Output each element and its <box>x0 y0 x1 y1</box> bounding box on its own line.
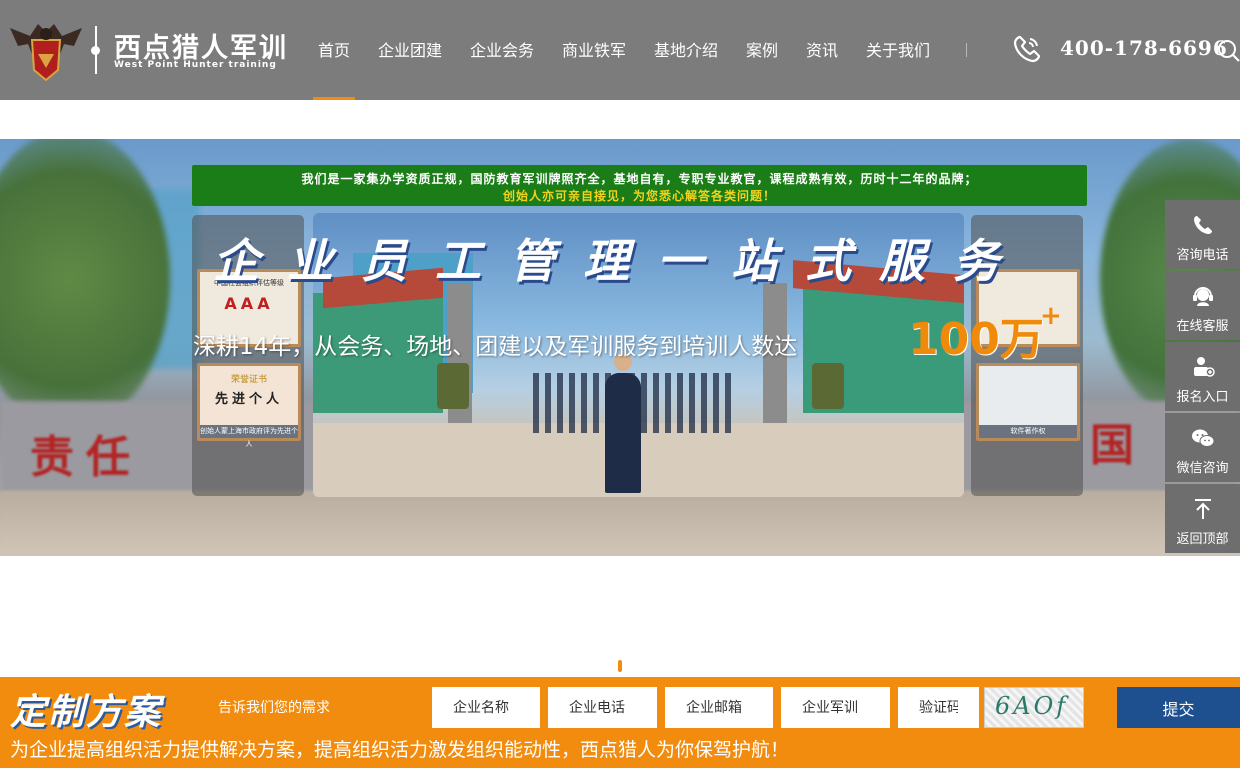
eagle-emblem-logo[interactable] <box>8 14 84 82</box>
riot-shield <box>812 363 844 409</box>
nav-base-intro[interactable]: 基地介绍 <box>654 37 718 61</box>
banner-highlight-plus: + <box>1040 301 1062 331</box>
sidebar-item-online-service[interactable]: 在线客服 <box>1165 271 1240 340</box>
bg-road <box>0 491 1240 556</box>
cert-aaa-rating: AAA <box>224 294 274 313</box>
hotline-number[interactable]: 400-178-6696 <box>1060 36 1228 60</box>
company-email-input[interactable] <box>665 687 773 728</box>
nav-about-us[interactable]: 关于我们 <box>866 37 930 61</box>
cert-software: 软件著作权 <box>976 363 1080 441</box>
nav-team-building[interactable]: 企业团建 <box>378 37 442 61</box>
hero-banner[interactable]: 责任 国 我们是一家集办学资质正规，国防教育军训牌照齐全，基地自有，专职专业教官… <box>0 139 1240 556</box>
back-to-top-icon <box>1195 499 1211 519</box>
cert-honor-caption: 创始人蒙上海市政府评为先进个人 <box>200 425 298 448</box>
nav-news[interactable]: 资讯 <box>806 37 838 61</box>
captcha-image[interactable]: 6AOf <box>984 687 1084 728</box>
search-icon[interactable] <box>1217 39 1240 62</box>
sidebar-item-consult-phone[interactable]: 咨询电话 <box>1165 200 1240 269</box>
sidebar-item-back-to-top[interactable]: 返回顶部 <box>1165 484 1240 553</box>
sidebar-item-signup[interactable]: 报名入口 <box>1165 342 1240 411</box>
signup-icon <box>1194 357 1215 377</box>
submit-button[interactable]: 提交 <box>1117 687 1240 728</box>
company-name-input[interactable] <box>432 687 540 728</box>
phone-icon <box>1194 216 1212 234</box>
form-title: 定制方案 <box>10 692 163 733</box>
company-phone-input[interactable] <box>548 687 657 728</box>
cert-software-caption: 软件著作权 <box>979 425 1077 438</box>
brand-name-en: West Point Hunter training <box>114 60 277 70</box>
headset-icon <box>1193 287 1213 306</box>
wall-slogan-right: 国 <box>1090 420 1146 471</box>
nav-business-army[interactable]: 商业铁军 <box>562 37 626 61</box>
notice-line-1: 我们是一家集办学资质正规，国防教育军训牌照齐全，基地自有，专职专业教官，课程成熟… <box>301 172 978 186</box>
sidebar-item-label: 咨询电话 <box>1176 248 1229 263</box>
captcha-text: 6AOf <box>995 692 1069 720</box>
cert-honor: 荣誉证书 先进个人 创始人蒙上海市政府评为先进个人 <box>197 363 301 448</box>
form-slogan: 为企业提高组织活力提供解决方案，提高组织活力激发组织能动性，西点猎人为你保驾护航… <box>10 739 790 761</box>
form-subtitle: 告诉我们您的需求 <box>218 700 330 716</box>
captcha-input[interactable] <box>898 687 979 728</box>
cert-honor-title: 荣誉证书 <box>230 375 267 385</box>
nav-cases[interactable]: 案例 <box>746 37 778 61</box>
banner-highlight-number: 100万 <box>908 314 1044 365</box>
cert-honor-text: 先进个人 <box>214 392 283 407</box>
notice-line-2: 创始人亦可亲自接见，为您悉心解答各类问题！ <box>502 189 776 203</box>
sidebar-item-label: 在线客服 <box>1176 319 1229 334</box>
saluting-officer <box>605 373 641 493</box>
carousel-indicator[interactable] <box>618 660 622 672</box>
nav-conference[interactable]: 企业会务 <box>470 37 534 61</box>
wall-slogan-left: 责任 <box>30 432 142 483</box>
nav-home[interactable]: 首页 <box>318 37 350 61</box>
phone-icon <box>1013 35 1041 63</box>
riot-shield <box>437 363 469 409</box>
company-training-input[interactable] <box>781 687 890 728</box>
sidebar-item-wechat[interactable]: 微信咨询 <box>1165 413 1240 482</box>
sidebar-item-label: 微信咨询 <box>1176 461 1229 476</box>
wechat-icon <box>1192 429 1215 447</box>
sidebar-item-label: 报名入口 <box>1176 390 1229 405</box>
site-header: 西点猎人军训 West Point Hunter training 首页 企业团… <box>0 0 1240 100</box>
custom-plan-form-bar: 定制方案 告诉我们您的需求 6AOf 提交 为企业提高组织活力提供解决方案，提高… <box>0 677 1240 768</box>
banner-subtitle: 深耕14年，从会务、场地、团建以及军训服务到培训人数达 <box>193 334 798 360</box>
notice-bar: 我们是一家集办学资质正规，国防教育军训牌照齐全，基地自有，专职专业教官，课程成熟… <box>192 165 1087 206</box>
sidebar-item-label: 返回顶部 <box>1176 532 1229 547</box>
nav-separator <box>966 43 967 57</box>
banner-headline: 企业员工管理一站式服务 <box>213 234 1027 288</box>
logo-dot <box>91 46 100 55</box>
nav-active-indicator <box>313 97 355 100</box>
